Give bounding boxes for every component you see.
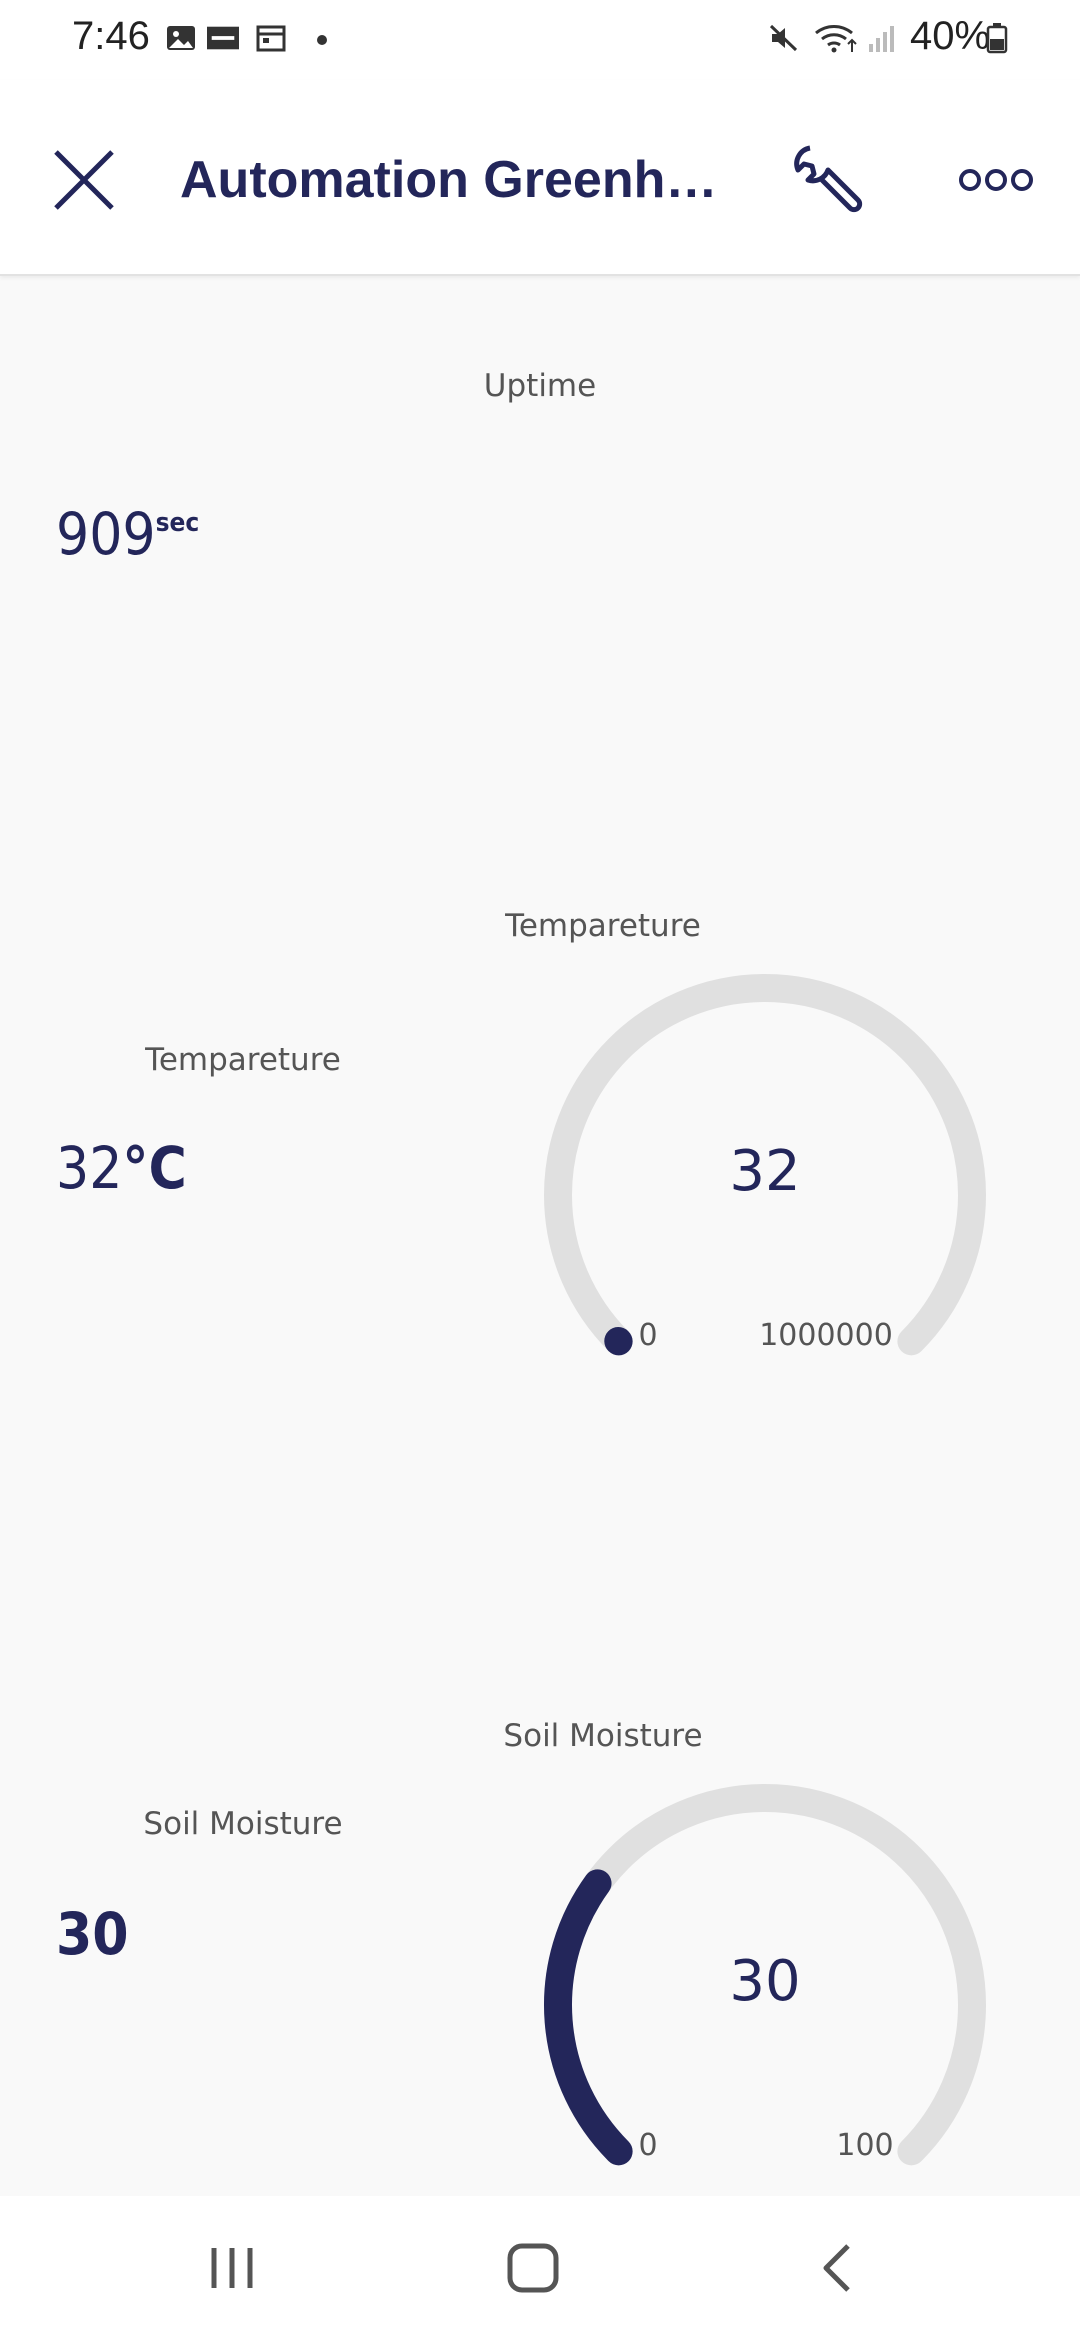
dot-icon (317, 35, 327, 45)
gauge-value: 30 (729, 1949, 800, 2014)
uptime-value-display[interactable]: 909sec (56, 500, 199, 568)
gauge-max-label: 100 (836, 2128, 893, 2163)
gauge-min-label: 0 (638, 1318, 657, 1353)
status-time: 7:46 (72, 14, 150, 58)
status-bar: 7:46 40% (0, 0, 1080, 80)
temperature-gauge[interactable]: 32 0 1000000 (520, 950, 1010, 1370)
soil-label-title: Soil Moisture (143, 1806, 343, 1842)
back-icon[interactable] (806, 2236, 870, 2300)
close-icon[interactable] (48, 144, 120, 216)
mute-icon (769, 24, 798, 52)
recent-apps-icon[interactable] (200, 2236, 264, 2300)
uptime-value: 909 (56, 500, 156, 568)
wrench-icon[interactable] (788, 140, 868, 220)
navigation-bar (0, 2196, 1080, 2340)
soil-value[interactable]: 30 (56, 1900, 129, 1968)
page-title: Automation Greenh… (180, 151, 718, 209)
uptime-title: Uptime (483, 368, 597, 404)
gauge-max-label: 1000000 (759, 1318, 893, 1353)
temperature-label-title: Tempareture (145, 1042, 341, 1078)
more-icon[interactable] (956, 160, 1036, 200)
temperature-unit: °C (122, 1134, 187, 1202)
battery-percentage: 40% (910, 14, 991, 58)
uptime-unit: sec (155, 508, 200, 538)
temperature-value-display[interactable]: 32°C (56, 1134, 187, 1202)
battery-icon (986, 23, 1008, 54)
gauge-min-label: 0 (638, 2128, 657, 2163)
temperature-gauge-title: Tempareture (505, 908, 701, 944)
gauge-fill (544, 1869, 633, 2166)
signal-icon (869, 26, 894, 52)
gauge-value: 32 (729, 1139, 800, 1204)
soil-gauge-title: Soil Moisture (503, 1718, 703, 1754)
home-icon[interactable] (502, 2236, 566, 2300)
gallery-icon (167, 26, 195, 50)
app-bar: Automation Greenh… (0, 80, 1080, 276)
soil-moisture-gauge[interactable]: 30 0 100 (520, 1760, 1010, 2180)
wifi-icon (815, 25, 857, 53)
zomato-icon (207, 26, 239, 50)
temperature-value: 32 (56, 1134, 123, 1202)
calendar-icon (256, 25, 286, 52)
